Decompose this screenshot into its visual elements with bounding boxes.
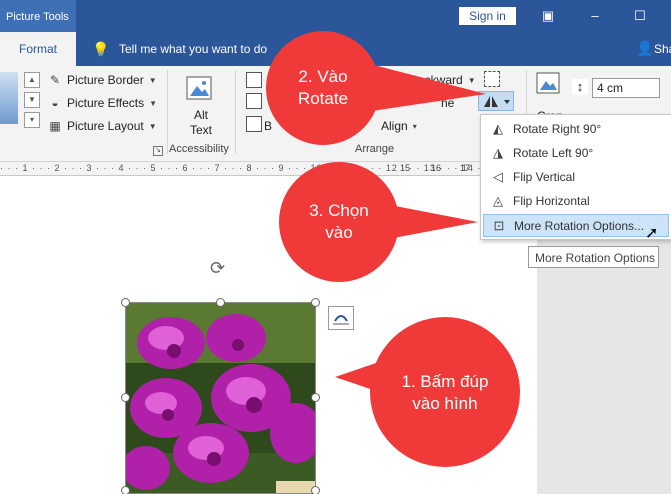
callout-step3-line1: 3. Chọn [309,201,369,220]
callout-step1-text: 1. Bấm đúp vào hình [385,371,505,415]
callout-step3-line2: vào [325,223,353,242]
callout-step3-text: 3. Chọn vào [289,200,389,244]
callout-step1-line1: 1. Bấm đúp [401,372,489,391]
callout-step2-text: 2. Vào Rotate [273,66,373,110]
callout-step1-line2: vào hình [412,394,478,413]
callout-step2-line2: Rotate [297,89,349,108]
callout-step2-line1: 2. Vào [298,67,348,86]
